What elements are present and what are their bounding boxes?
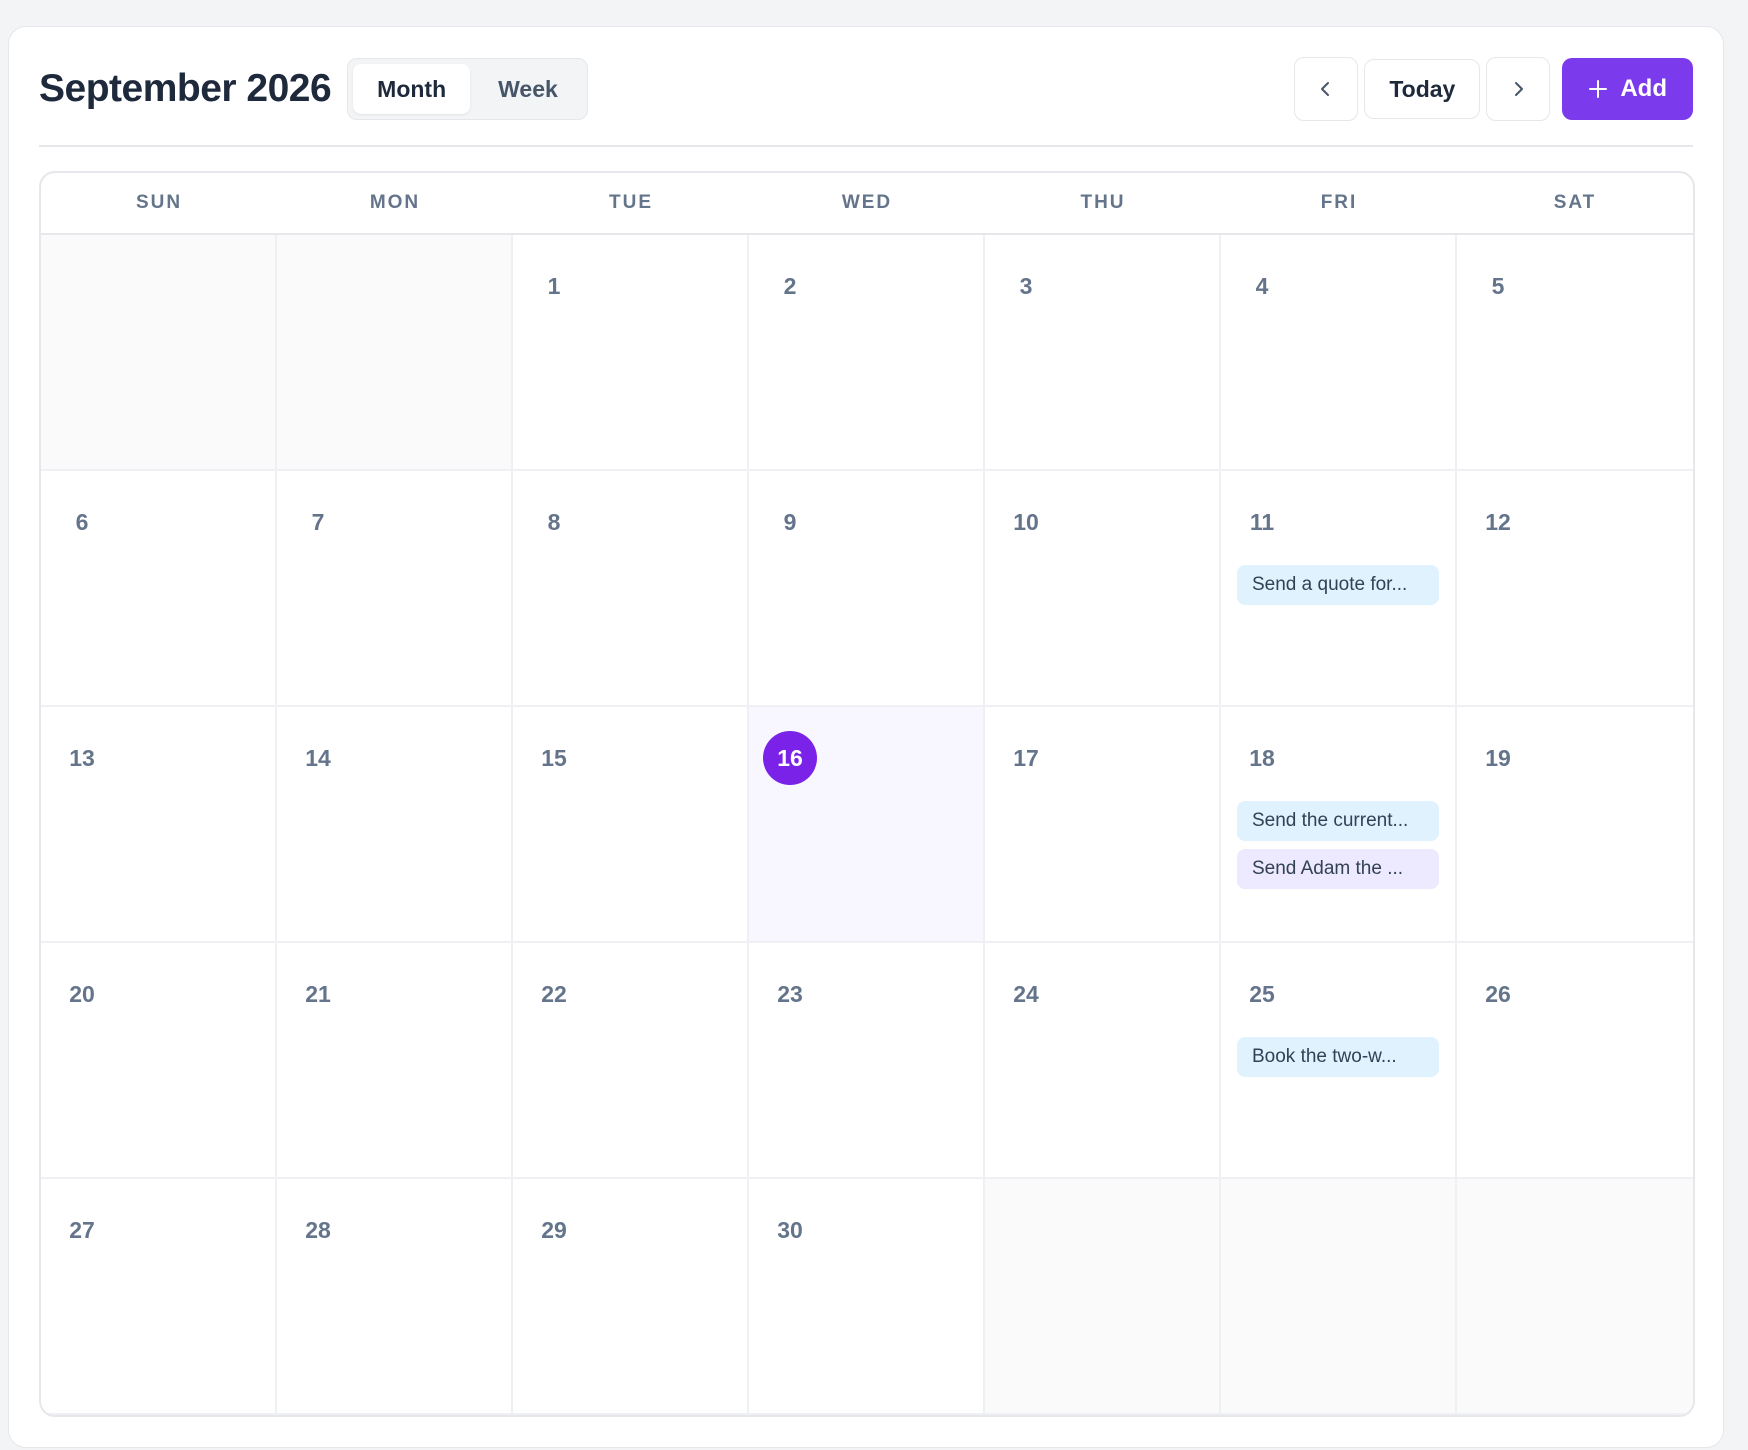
day-cell[interactable]: 29	[513, 1179, 749, 1415]
day-number: 19	[1485, 744, 1511, 771]
chevron-left-icon	[1321, 82, 1330, 96]
month-grid: SUN MON TUE WED THU FRI SAT 1 2 3 4 5 6 7 8 9 10 11 Send …	[39, 171, 1695, 1417]
plus-icon	[1589, 80, 1608, 98]
day-number: 10	[1013, 508, 1039, 535]
day-cell[interactable]: 20	[41, 943, 277, 1179]
day-cell[interactable]: 10	[985, 471, 1221, 707]
day-number: 14	[305, 744, 331, 771]
event-list: Send a quote for...	[1237, 565, 1439, 605]
day-number: 17	[1013, 744, 1039, 771]
day-number: 23	[777, 980, 803, 1007]
today-button[interactable]: Today	[1364, 59, 1481, 119]
day-number: 2	[783, 272, 797, 299]
weekday-header: TUE	[609, 192, 653, 213]
day-cell-today[interactable]: 16	[749, 707, 985, 943]
day-number: 5	[1491, 272, 1505, 299]
event-chip[interactable]: Book the two-w...	[1237, 1037, 1439, 1077]
day-cell[interactable]: 6	[41, 471, 277, 707]
day-number: 22	[541, 980, 567, 1007]
event-list: Book the two-w...	[1237, 1037, 1439, 1077]
day-cell[interactable]: 8	[513, 471, 749, 707]
day-cell[interactable]: 17	[985, 707, 1221, 943]
day-number: 28	[305, 1216, 331, 1243]
day-cell[interactable]: 23	[749, 943, 985, 1179]
day-cell[interactable]: 3	[985, 235, 1221, 471]
day-number: 8	[547, 508, 561, 535]
day-cell[interactable]: 2	[749, 235, 985, 471]
day-cell[interactable]: 26	[1457, 943, 1693, 1179]
event-chip[interactable]: Send the current...	[1237, 801, 1439, 841]
chevron-right-icon	[1515, 82, 1524, 96]
day-cell[interactable]: 13	[41, 707, 277, 943]
empty-day-cell	[41, 235, 277, 471]
day-cell[interactable]: 21	[277, 943, 513, 1179]
day-cell[interactable]: 30	[749, 1179, 985, 1415]
header-divider	[39, 145, 1693, 147]
day-cell[interactable]: 11 Send a quote for...	[1221, 471, 1457, 707]
day-cell[interactable]: 4	[1221, 235, 1457, 471]
empty-day-cell	[1221, 1179, 1457, 1415]
next-month-button[interactable]	[1486, 57, 1551, 121]
weekday-header: MON	[369, 192, 421, 213]
day-number: 12	[1485, 508, 1511, 535]
day-number: 30	[777, 1216, 803, 1243]
day-cell[interactable]: 25 Book the two-w...	[1221, 943, 1457, 1179]
day-number: 21	[305, 980, 331, 1007]
calendar-weeks: 1 2 3 4 5 6 7 8 9 10 11 Send a quote for... 12 13 14 15…	[41, 235, 1693, 1415]
day-cell[interactable]: 24	[985, 943, 1221, 1179]
day-number: 29	[541, 1216, 567, 1243]
weekday-header: SUN	[135, 192, 183, 213]
day-number: 27	[69, 1216, 95, 1243]
day-cell[interactable]: 14	[277, 707, 513, 943]
day-number: 9	[783, 508, 797, 535]
day-number: 25	[1249, 980, 1275, 1007]
page-title: September 2026	[39, 67, 332, 110]
add-button-label: Add	[1620, 75, 1667, 102]
weekday-header: SAT	[1553, 192, 1597, 213]
weekday-header: THU	[1080, 192, 1126, 213]
calendar-header: September 2026 Month Week Today Add	[39, 57, 1693, 121]
day-cell[interactable]: 22	[513, 943, 749, 1179]
day-cell[interactable]: 18 Send the current... Send Adam the ...	[1221, 707, 1457, 943]
weekday-header: FRI	[1320, 192, 1358, 213]
day-number: 18	[1249, 744, 1275, 771]
month-view-button[interactable]: Month	[353, 64, 471, 114]
day-number: 3	[1019, 272, 1033, 299]
day-cell[interactable]: 28	[277, 1179, 513, 1415]
today-day-number: 16	[763, 731, 817, 785]
empty-day-cell	[985, 1179, 1221, 1415]
week-view-button[interactable]: Week	[474, 64, 582, 114]
previous-month-button[interactable]	[1294, 57, 1359, 121]
day-cell[interactable]: 27	[41, 1179, 277, 1415]
event-chip[interactable]: Send a quote for...	[1237, 565, 1439, 605]
event-list: Send the current... Send Adam the ...	[1237, 801, 1439, 889]
day-number: 1	[547, 272, 561, 299]
day-number: 11	[1249, 508, 1275, 535]
day-cell[interactable]: 1	[513, 235, 749, 471]
day-number: 6	[75, 508, 89, 535]
day-cell[interactable]: 9	[749, 471, 985, 707]
day-number: 26	[1485, 980, 1511, 1007]
weekday-header: WED	[841, 192, 893, 213]
day-number: 13	[69, 744, 95, 771]
weekday-header-row: SUN MON TUE WED THU FRI SAT	[41, 173, 1693, 235]
empty-day-cell	[1457, 1179, 1693, 1415]
day-cell[interactable]: 7	[277, 471, 513, 707]
event-chip[interactable]: Send Adam the ...	[1237, 849, 1439, 889]
add-event-button[interactable]: Add	[1562, 58, 1693, 120]
day-number: 20	[69, 980, 95, 1007]
day-cell[interactable]: 19	[1457, 707, 1693, 943]
day-number: 24	[1013, 980, 1039, 1007]
day-number: 4	[1255, 272, 1269, 299]
view-toggle: Month Week	[347, 58, 588, 120]
day-cell[interactable]: 5	[1457, 235, 1693, 471]
day-cell[interactable]: 15	[513, 707, 749, 943]
day-number: 15	[541, 744, 567, 771]
day-cell[interactable]: 12	[1457, 471, 1693, 707]
day-number: 7	[311, 508, 325, 535]
calendar-card: September 2026 Month Week Today Add SUN M…	[8, 26, 1724, 1448]
empty-day-cell	[277, 235, 513, 471]
